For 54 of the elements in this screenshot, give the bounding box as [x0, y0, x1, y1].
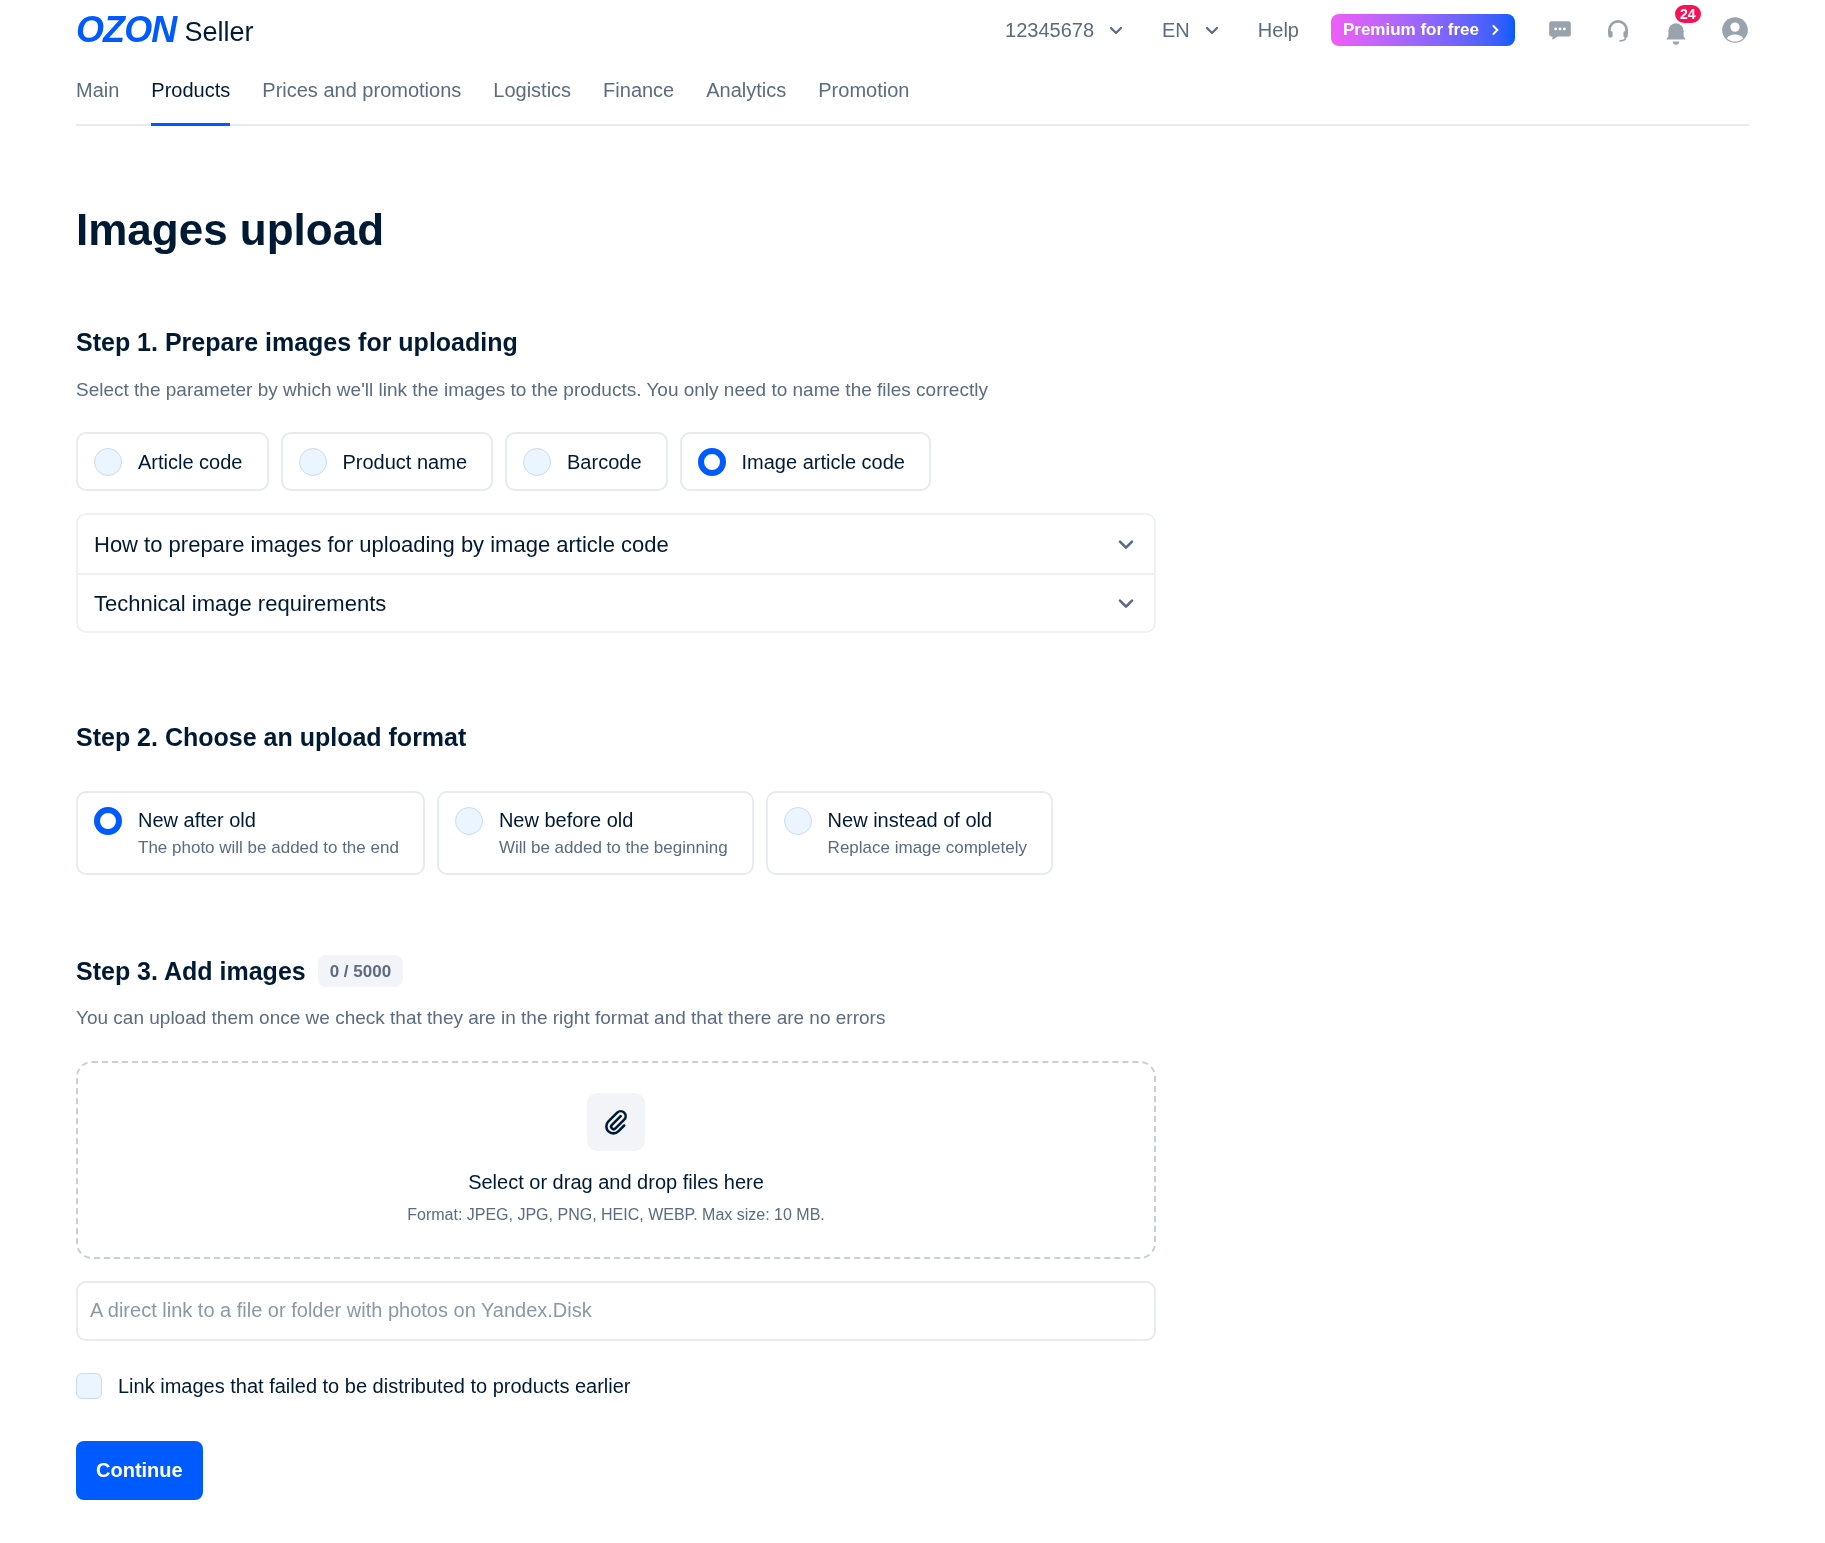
- logo-subtitle: Seller: [184, 18, 254, 46]
- nav-tab[interactable]: Products: [151, 75, 231, 126]
- radio-button[interactable]: [94, 806, 122, 835]
- page-title: Images upload: [76, 208, 386, 252]
- nav-tab[interactable]: Logistics: [493, 75, 572, 126]
- accordion-label: How to prepare images for uploading by image article code: [94, 530, 669, 559]
- radio-option[interactable]: Product name: [280, 432, 493, 491]
- step-description: You can upload them once we check that they are in the right format and that there are no errors: [76, 1006, 887, 1030]
- radio-option[interactable]: Article code: [76, 432, 269, 491]
- image-counter: 0 / 5000: [317, 955, 404, 988]
- option-hint: Will be added to the beginning: [498, 836, 728, 859]
- radio-option[interactable]: Image article code: [679, 432, 931, 491]
- option-label: Barcode: [567, 449, 642, 475]
- logo[interactable]: OZON: [76, 12, 177, 48]
- step-description: Select the parameter by which we'll link the images to the products. You only need to name the files correctly: [76, 377, 989, 402]
- nav-tab[interactable]: Prices and promotions: [262, 75, 462, 126]
- accordion-item[interactable]: Technical image requirements: [78, 573, 1154, 631]
- link-input-field[interactable]: A direct link to a file or folder with photos on Yandex.Disk: [76, 1280, 1156, 1341]
- premium-button[interactable]: Premium for free: [1330, 14, 1515, 46]
- nav-tab[interactable]: Main: [76, 75, 120, 126]
- option-label: Article code: [138, 449, 243, 475]
- continue-button[interactable]: Continue: [76, 1440, 203, 1500]
- option-label: New instead of old: [827, 807, 994, 833]
- help-link[interactable]: Help: [1257, 15, 1299, 45]
- checkbox[interactable]: [76, 1372, 102, 1399]
- radio-option[interactable]: New after old The photo will be added to the end: [76, 790, 425, 875]
- radio-button[interactable]: [697, 447, 726, 476]
- radio-option[interactable]: New before old Will be added to the beginning: [436, 790, 754, 875]
- option-hint: Replace image completely: [827, 836, 1027, 859]
- option-label: Product name: [342, 449, 467, 475]
- step-heading: Step 2. Choose an upload format: [76, 722, 468, 753]
- dropzone-title: Select or drag and drop files here: [468, 1169, 764, 1195]
- checkbox-label: Link images that failed to be distributed to products earlier: [118, 1373, 631, 1399]
- option-hint: The photo will be added to the end: [138, 836, 399, 859]
- dropzone-hint: Format: JPEG, JPG, PNG, HEIC, WEBP. Max size: 10 MB.: [407, 1204, 825, 1225]
- accordion-item[interactable]: How to prepare images for uploading by image article code: [78, 515, 1154, 573]
- language-selector[interactable]: EN: [1162, 15, 1222, 45]
- radio-option[interactable]: Barcode: [505, 432, 668, 491]
- headset-icon[interactable]: [1605, 17, 1631, 43]
- step-heading: Step 1. Prepare images for uploading: [76, 327, 519, 358]
- nav-tab[interactable]: Finance: [603, 75, 675, 126]
- radio-option[interactable]: New instead of old Replace image completely: [765, 790, 1053, 875]
- file-dropzone[interactable]: Select or drag and drop files here Format: JPEG, JPG, PNG, HEIC, WEBP. Max size: 10 MB.: [76, 1060, 1156, 1259]
- nav-tab[interactable]: Promotion: [818, 75, 910, 126]
- nav-tab[interactable]: Analytics: [706, 75, 787, 126]
- option-label: New after old: [138, 807, 257, 833]
- paperclip-icon: [587, 1092, 645, 1151]
- user-avatar-icon[interactable]: [1721, 16, 1749, 44]
- account-selector[interactable]: 12345678: [1005, 15, 1126, 45]
- option-label: New before old: [498, 807, 635, 833]
- accordion-label: Technical image requirements: [94, 589, 387, 618]
- step-heading: Step 3. Add images: [76, 955, 306, 987]
- notification-badge: 24: [1673, 3, 1703, 25]
- option-label: Image article code: [741, 449, 905, 475]
